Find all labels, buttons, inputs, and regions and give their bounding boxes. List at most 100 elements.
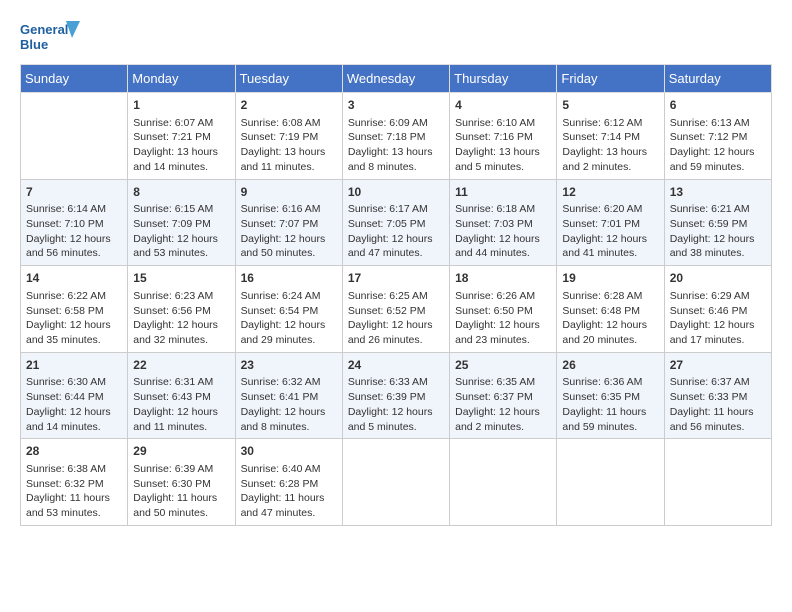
header-day-friday: Friday bbox=[557, 65, 664, 93]
day-info: Sunrise: 6:35 AM Sunset: 6:37 PM Dayligh… bbox=[455, 375, 551, 434]
day-info: Sunrise: 6:10 AM Sunset: 7:16 PM Dayligh… bbox=[455, 116, 551, 175]
day-info: Sunrise: 6:24 AM Sunset: 6:54 PM Dayligh… bbox=[241, 289, 337, 348]
calendar-header: SundayMondayTuesdayWednesdayThursdayFrid… bbox=[21, 65, 772, 93]
logo-svg: GeneralBlue bbox=[20, 16, 80, 56]
calendar-cell bbox=[557, 439, 664, 526]
calendar-cell: 28 Sunrise: 6:38 AM Sunset: 6:32 PM Dayli… bbox=[21, 439, 128, 526]
day-number: 12 bbox=[562, 184, 658, 201]
day-info: Sunrise: 6:39 AM Sunset: 6:30 PM Dayligh… bbox=[133, 462, 229, 521]
day-number: 17 bbox=[348, 270, 444, 287]
calendar-cell: 7Sunrise: 6:14 AM Sunset: 7:10 PM Daylig… bbox=[21, 179, 128, 266]
calendar-cell bbox=[21, 93, 128, 180]
calendar-cell: 5 Sunrise: 6:12 AM Sunset: 7:14 PM Daylig… bbox=[557, 93, 664, 180]
day-info: Sunrise: 6:17 AM Sunset: 7:05 PM Dayligh… bbox=[348, 202, 444, 261]
day-number: 18 bbox=[455, 270, 551, 287]
calendar-cell bbox=[342, 439, 449, 526]
svg-text:Blue: Blue bbox=[20, 37, 48, 52]
day-info: Sunrise: 6:21 AM Sunset: 6:59 PM Dayligh… bbox=[670, 202, 766, 261]
calendar-cell: 23Sunrise: 6:32 AM Sunset: 6:41 PM Dayli… bbox=[235, 352, 342, 439]
day-number: 27 bbox=[670, 357, 766, 374]
calendar-cell: 8Sunrise: 6:15 AM Sunset: 7:09 PM Daylig… bbox=[128, 179, 235, 266]
header-day-tuesday: Tuesday bbox=[235, 65, 342, 93]
calendar-cell: 25Sunrise: 6:35 AM Sunset: 6:37 PM Dayli… bbox=[450, 352, 557, 439]
day-info: Sunrise: 6:18 AM Sunset: 7:03 PM Dayligh… bbox=[455, 202, 551, 261]
day-number: 22 bbox=[133, 357, 229, 374]
calendar-cell: 14 Sunrise: 6:22 AM Sunset: 6:58 PM Dayli… bbox=[21, 266, 128, 353]
day-info: Sunrise: 6:13 AM Sunset: 7:12 PM Dayligh… bbox=[670, 116, 766, 175]
day-info: Sunrise: 6:28 AM Sunset: 6:48 PM Dayligh… bbox=[562, 289, 658, 348]
day-info: Sunrise: 6:25 AM Sunset: 6:52 PM Dayligh… bbox=[348, 289, 444, 348]
header-day-saturday: Saturday bbox=[664, 65, 771, 93]
day-number: 25 bbox=[455, 357, 551, 374]
calendar-cell: 9Sunrise: 6:16 AM Sunset: 7:07 PM Daylig… bbox=[235, 179, 342, 266]
day-info: Sunrise: 6:30 AM Sunset: 6:44 PM Dayligh… bbox=[26, 375, 122, 434]
day-number: 28 bbox=[26, 443, 122, 460]
header-day-monday: Monday bbox=[128, 65, 235, 93]
day-number: 4 bbox=[455, 97, 551, 114]
calendar-cell: 16 Sunrise: 6:24 AM Sunset: 6:54 PM Dayli… bbox=[235, 266, 342, 353]
calendar-cell: 19Sunrise: 6:28 AM Sunset: 6:48 PM Dayli… bbox=[557, 266, 664, 353]
day-number: 9 bbox=[241, 184, 337, 201]
day-number: 7 bbox=[26, 184, 122, 201]
day-number: 11 bbox=[455, 184, 551, 201]
calendar-cell: 13Sunrise: 6:21 AM Sunset: 6:59 PM Dayli… bbox=[664, 179, 771, 266]
calendar-cell: 12Sunrise: 6:20 AM Sunset: 7:01 PM Dayli… bbox=[557, 179, 664, 266]
calendar-cell: 22Sunrise: 6:31 AM Sunset: 6:43 PM Dayli… bbox=[128, 352, 235, 439]
calendar-cell: 30 Sunrise: 6:40 AM Sunset: 6:28 PM Dayli… bbox=[235, 439, 342, 526]
week-row-2: 7Sunrise: 6:14 AM Sunset: 7:10 PM Daylig… bbox=[21, 179, 772, 266]
day-number: 23 bbox=[241, 357, 337, 374]
day-number: 1 bbox=[133, 97, 229, 114]
calendar-cell: 18 Sunrise: 6:26 AM Sunset: 6:50 PM Dayli… bbox=[450, 266, 557, 353]
day-info: Sunrise: 6:07 AM Sunset: 7:21 PM Dayligh… bbox=[133, 116, 229, 175]
day-number: 10 bbox=[348, 184, 444, 201]
day-info: Sunrise: 6:12 AM Sunset: 7:14 PM Dayligh… bbox=[562, 116, 658, 175]
day-number: 29 bbox=[133, 443, 229, 460]
day-info: Sunrise: 6:38 AM Sunset: 6:32 PM Dayligh… bbox=[26, 462, 122, 521]
day-info: Sunrise: 6:40 AM Sunset: 6:28 PM Dayligh… bbox=[241, 462, 337, 521]
calendar-cell: 3 Sunrise: 6:09 AM Sunset: 7:18 PM Daylig… bbox=[342, 93, 449, 180]
day-info: Sunrise: 6:14 AM Sunset: 7:10 PM Dayligh… bbox=[26, 202, 122, 261]
day-info: Sunrise: 6:08 AM Sunset: 7:19 PM Dayligh… bbox=[241, 116, 337, 175]
logo: GeneralBlue bbox=[20, 16, 80, 56]
calendar-cell: 10Sunrise: 6:17 AM Sunset: 7:05 PM Dayli… bbox=[342, 179, 449, 266]
calendar-cell: 11Sunrise: 6:18 AM Sunset: 7:03 PM Dayli… bbox=[450, 179, 557, 266]
day-info: Sunrise: 6:22 AM Sunset: 6:58 PM Dayligh… bbox=[26, 289, 122, 348]
calendar-cell: 21Sunrise: 6:30 AM Sunset: 6:44 PM Dayli… bbox=[21, 352, 128, 439]
day-number: 24 bbox=[348, 357, 444, 374]
day-number: 21 bbox=[26, 357, 122, 374]
day-number: 3 bbox=[348, 97, 444, 114]
day-info: Sunrise: 6:37 AM Sunset: 6:33 PM Dayligh… bbox=[670, 375, 766, 434]
calendar-body: 1 Sunrise: 6:07 AM Sunset: 7:21 PM Daylig… bbox=[21, 93, 772, 526]
calendar-cell: 29 Sunrise: 6:39 AM Sunset: 6:30 PM Dayli… bbox=[128, 439, 235, 526]
calendar-cell: 26Sunrise: 6:36 AM Sunset: 6:35 PM Dayli… bbox=[557, 352, 664, 439]
day-info: Sunrise: 6:23 AM Sunset: 6:56 PM Dayligh… bbox=[133, 289, 229, 348]
day-number: 14 bbox=[26, 270, 122, 287]
day-number: 30 bbox=[241, 443, 337, 460]
day-number: 20 bbox=[670, 270, 766, 287]
day-number: 16 bbox=[241, 270, 337, 287]
header-day-sunday: Sunday bbox=[21, 65, 128, 93]
day-number: 13 bbox=[670, 184, 766, 201]
calendar-cell: 17 Sunrise: 6:25 AM Sunset: 6:52 PM Dayli… bbox=[342, 266, 449, 353]
day-number: 6 bbox=[670, 97, 766, 114]
calendar-cell bbox=[664, 439, 771, 526]
day-info: Sunrise: 6:31 AM Sunset: 6:43 PM Dayligh… bbox=[133, 375, 229, 434]
day-info: Sunrise: 6:32 AM Sunset: 6:41 PM Dayligh… bbox=[241, 375, 337, 434]
calendar-table: SundayMondayTuesdayWednesdayThursdayFrid… bbox=[20, 64, 772, 526]
day-info: Sunrise: 6:26 AM Sunset: 6:50 PM Dayligh… bbox=[455, 289, 551, 348]
calendar-cell: 20Sunrise: 6:29 AM Sunset: 6:46 PM Dayli… bbox=[664, 266, 771, 353]
day-info: Sunrise: 6:16 AM Sunset: 7:07 PM Dayligh… bbox=[241, 202, 337, 261]
day-info: Sunrise: 6:15 AM Sunset: 7:09 PM Dayligh… bbox=[133, 202, 229, 261]
calendar-cell: 24Sunrise: 6:33 AM Sunset: 6:39 PM Dayli… bbox=[342, 352, 449, 439]
day-info: Sunrise: 6:09 AM Sunset: 7:18 PM Dayligh… bbox=[348, 116, 444, 175]
day-number: 2 bbox=[241, 97, 337, 114]
day-number: 26 bbox=[562, 357, 658, 374]
week-row-4: 21Sunrise: 6:30 AM Sunset: 6:44 PM Dayli… bbox=[21, 352, 772, 439]
day-number: 5 bbox=[562, 97, 658, 114]
calendar-cell: 27Sunrise: 6:37 AM Sunset: 6:33 PM Dayli… bbox=[664, 352, 771, 439]
week-row-3: 14 Sunrise: 6:22 AM Sunset: 6:58 PM Dayli… bbox=[21, 266, 772, 353]
calendar-cell: 6 Sunrise: 6:13 AM Sunset: 7:12 PM Daylig… bbox=[664, 93, 771, 180]
header: GeneralBlue bbox=[20, 16, 772, 56]
week-row-5: 28 Sunrise: 6:38 AM Sunset: 6:32 PM Dayli… bbox=[21, 439, 772, 526]
week-row-1: 1 Sunrise: 6:07 AM Sunset: 7:21 PM Daylig… bbox=[21, 93, 772, 180]
